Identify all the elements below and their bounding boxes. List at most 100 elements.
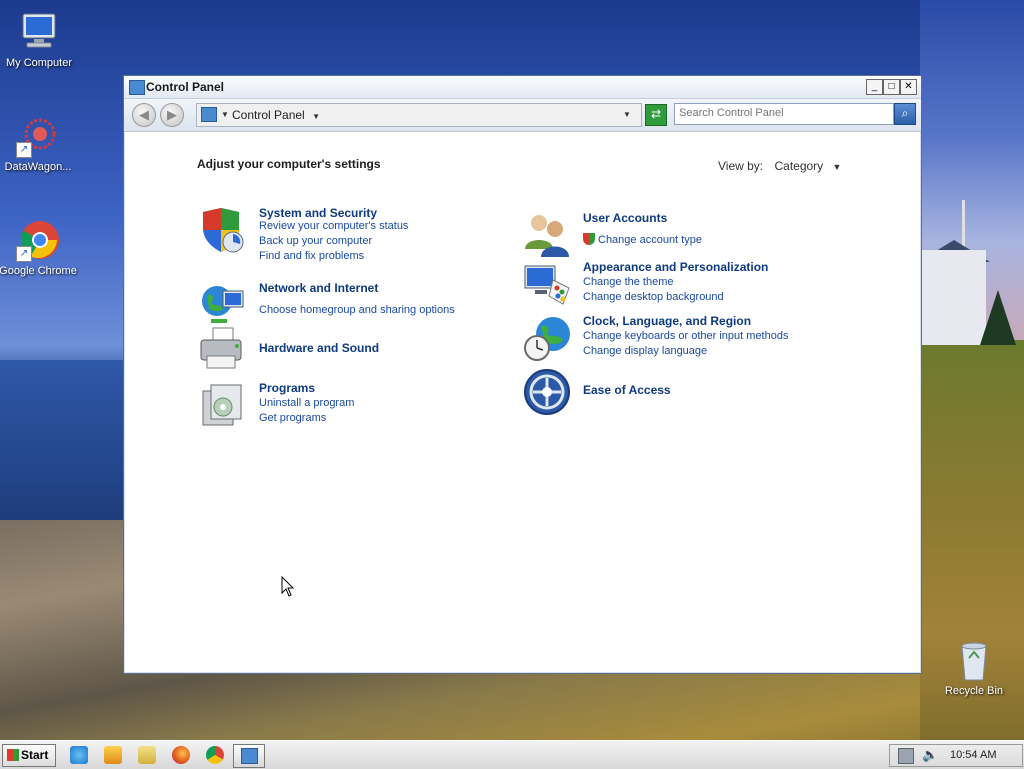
category-ease-of-access: Ease of Access: [523, 368, 823, 418]
link-text: Change account type: [598, 234, 702, 246]
refresh-icon: ⇄: [650, 107, 662, 121]
category-clock-language-region: Clock, Language, and Region Change keybo…: [523, 314, 823, 368]
desktop-icon-label: Google Chrome: [0, 265, 77, 277]
mouse-pointer-icon: [281, 576, 295, 597]
breadcrumb[interactable]: Control Panel ▼: [232, 108, 320, 122]
title-bar[interactable]: Control Panel _ □ ✕: [124, 76, 921, 99]
back-button[interactable]: ◀: [132, 103, 156, 127]
maximize-button[interactable]: □: [883, 79, 900, 95]
category-title[interactable]: Network and Internet: [259, 281, 378, 295]
ease-of-access-icon[interactable]: [523, 368, 571, 416]
category-title[interactable]: Ease of Access: [583, 383, 671, 397]
link-back-up[interactable]: Back up your computer: [259, 235, 372, 247]
datawagon-icon: ↗: [16, 114, 60, 158]
category-title[interactable]: Clock, Language, and Region: [583, 314, 751, 328]
volume-icon[interactable]: 🔈: [922, 747, 938, 763]
category-title[interactable]: System and Security: [259, 206, 377, 220]
view-by: View by: Category ▼: [718, 159, 841, 173]
category-network-and-internet: Network and Internet Choose homegroup an…: [199, 281, 499, 331]
desktop-icon-my-computer[interactable]: My Computer: [0, 10, 79, 69]
link-change-theme[interactable]: Change the theme: [583, 276, 674, 288]
search-button[interactable]: ⌕: [894, 103, 916, 125]
category-programs: Programs Uninstall a program Get program…: [199, 381, 499, 431]
content-area: Adjust your computer's settings View by:…: [124, 132, 921, 672]
printer-icon[interactable]: [199, 326, 247, 374]
category-user-accounts: User Accounts Change account type: [523, 211, 823, 261]
chrome-taskbar-icon[interactable]: [206, 746, 224, 764]
control-panel-icon: [241, 748, 258, 764]
users-icon[interactable]: [523, 211, 571, 259]
minimize-button[interactable]: _: [866, 79, 883, 95]
category-title[interactable]: User Accounts: [583, 211, 667, 225]
wallpaper-house: [922, 250, 986, 345]
control-panel-icon: [129, 80, 145, 95]
search-icon: ⌕: [901, 106, 909, 120]
link-find-fix-problems[interactable]: Find and fix problems: [259, 250, 364, 262]
taskbar-control-panel-button[interactable]: [233, 744, 265, 768]
file-explorer-icon[interactable]: [138, 746, 156, 764]
link-get-programs[interactable]: Get programs: [259, 412, 326, 424]
category-title[interactable]: Appearance and Personalization: [583, 260, 768, 274]
desktop-icon-recycle-bin[interactable]: Recycle Bin: [934, 638, 1014, 697]
internet-explorer-icon[interactable]: [70, 746, 88, 764]
window-title: Control Panel: [146, 80, 225, 94]
firefox-icon[interactable]: [172, 746, 190, 764]
desktop-icon-label: DataWagon...: [4, 161, 72, 173]
back-arrow-icon: ◀: [139, 107, 149, 122]
category-title[interactable]: Programs: [259, 381, 315, 395]
forward-arrow-icon: ▶: [167, 107, 177, 122]
chevron-down-icon: ▼: [832, 162, 842, 172]
monitor-palette-icon[interactable]: [523, 260, 571, 308]
desktop-icon-label: My Computer: [5, 57, 73, 69]
control-panel-window: Control Panel _ □ ✕ ◀ ▶ ▼ Control Panel …: [123, 75, 922, 674]
network-globe-icon[interactable]: [199, 281, 247, 329]
search-input[interactable]: [675, 104, 891, 122]
chrome-icon: ↗: [16, 218, 60, 262]
page-title: Adjust your computer's settings: [197, 157, 381, 171]
forward-button[interactable]: ▶: [160, 103, 184, 127]
breadcrumb-control-panel[interactable]: Control Panel: [232, 108, 305, 122]
uac-shield-icon: [583, 233, 595, 245]
view-by-label: View by:: [718, 159, 764, 173]
close-button[interactable]: ✕: [900, 79, 917, 95]
chevron-down-icon[interactable]: ▼: [221, 110, 229, 119]
address-toolbar: ◀ ▶ ▼ Control Panel ▼ ▼ ⇄ ⌕: [124, 99, 921, 132]
link-change-account-type[interactable]: Change account type: [583, 233, 702, 246]
category-hardware-and-sound: Hardware and Sound: [199, 326, 499, 374]
view-by-dropdown[interactable]: Category ▼: [774, 159, 841, 173]
taskbar: Start 🔈 10:54 AM: [0, 740, 1024, 769]
desktop-icon-google-chrome[interactable]: ↗ Google Chrome: [0, 218, 78, 277]
wallpaper-tree: [980, 290, 1016, 345]
category-title[interactable]: Hardware and Sound: [259, 341, 379, 355]
search-box[interactable]: [674, 103, 894, 125]
windows-flag-icon: [7, 749, 19, 761]
shortcut-arrow-icon: ↗: [16, 142, 32, 158]
chevron-down-icon[interactable]: ▼: [312, 112, 320, 121]
desktop-icon-datawagon[interactable]: ↗ DataWagon...: [0, 114, 78, 173]
address-history-dropdown-icon[interactable]: ▼: [623, 110, 631, 119]
shield-icon[interactable]: [199, 206, 247, 254]
computer-icon: [17, 10, 61, 54]
link-review-status[interactable]: Review your computer's status: [259, 220, 408, 232]
address-bar[interactable]: ▼ Control Panel ▼ ▼: [196, 103, 642, 127]
link-uninstall-program[interactable]: Uninstall a program: [259, 397, 354, 409]
network-tray-icon[interactable]: [898, 748, 914, 764]
link-change-desktop-background[interactable]: Change desktop background: [583, 291, 724, 303]
category-appearance-and-personalization: Appearance and Personalization Change th…: [523, 260, 823, 310]
globe-clock-icon[interactable]: [523, 314, 571, 362]
system-tray: 🔈 10:54 AM: [889, 744, 1023, 767]
shortcut-arrow-icon: ↗: [16, 246, 32, 262]
refresh-button[interactable]: ⇄: [645, 104, 667, 126]
link-homegroup-sharing[interactable]: Choose homegroup and sharing options: [259, 304, 455, 316]
desktop-icon-label: Recycle Bin: [944, 685, 1004, 697]
link-change-display-language[interactable]: Change display language: [583, 345, 707, 357]
link-change-keyboards[interactable]: Change keyboards or other input methods: [583, 330, 788, 342]
clock[interactable]: 10:54 AM: [950, 749, 996, 761]
programs-box-icon[interactable]: [199, 381, 247, 429]
control-panel-icon: [201, 107, 217, 122]
start-label: Start: [21, 748, 49, 762]
start-button[interactable]: Start: [2, 744, 56, 767]
media-player-icon[interactable]: [104, 746, 122, 764]
view-by-value: Category: [774, 159, 824, 173]
wallpaper-grass: [920, 340, 1024, 760]
